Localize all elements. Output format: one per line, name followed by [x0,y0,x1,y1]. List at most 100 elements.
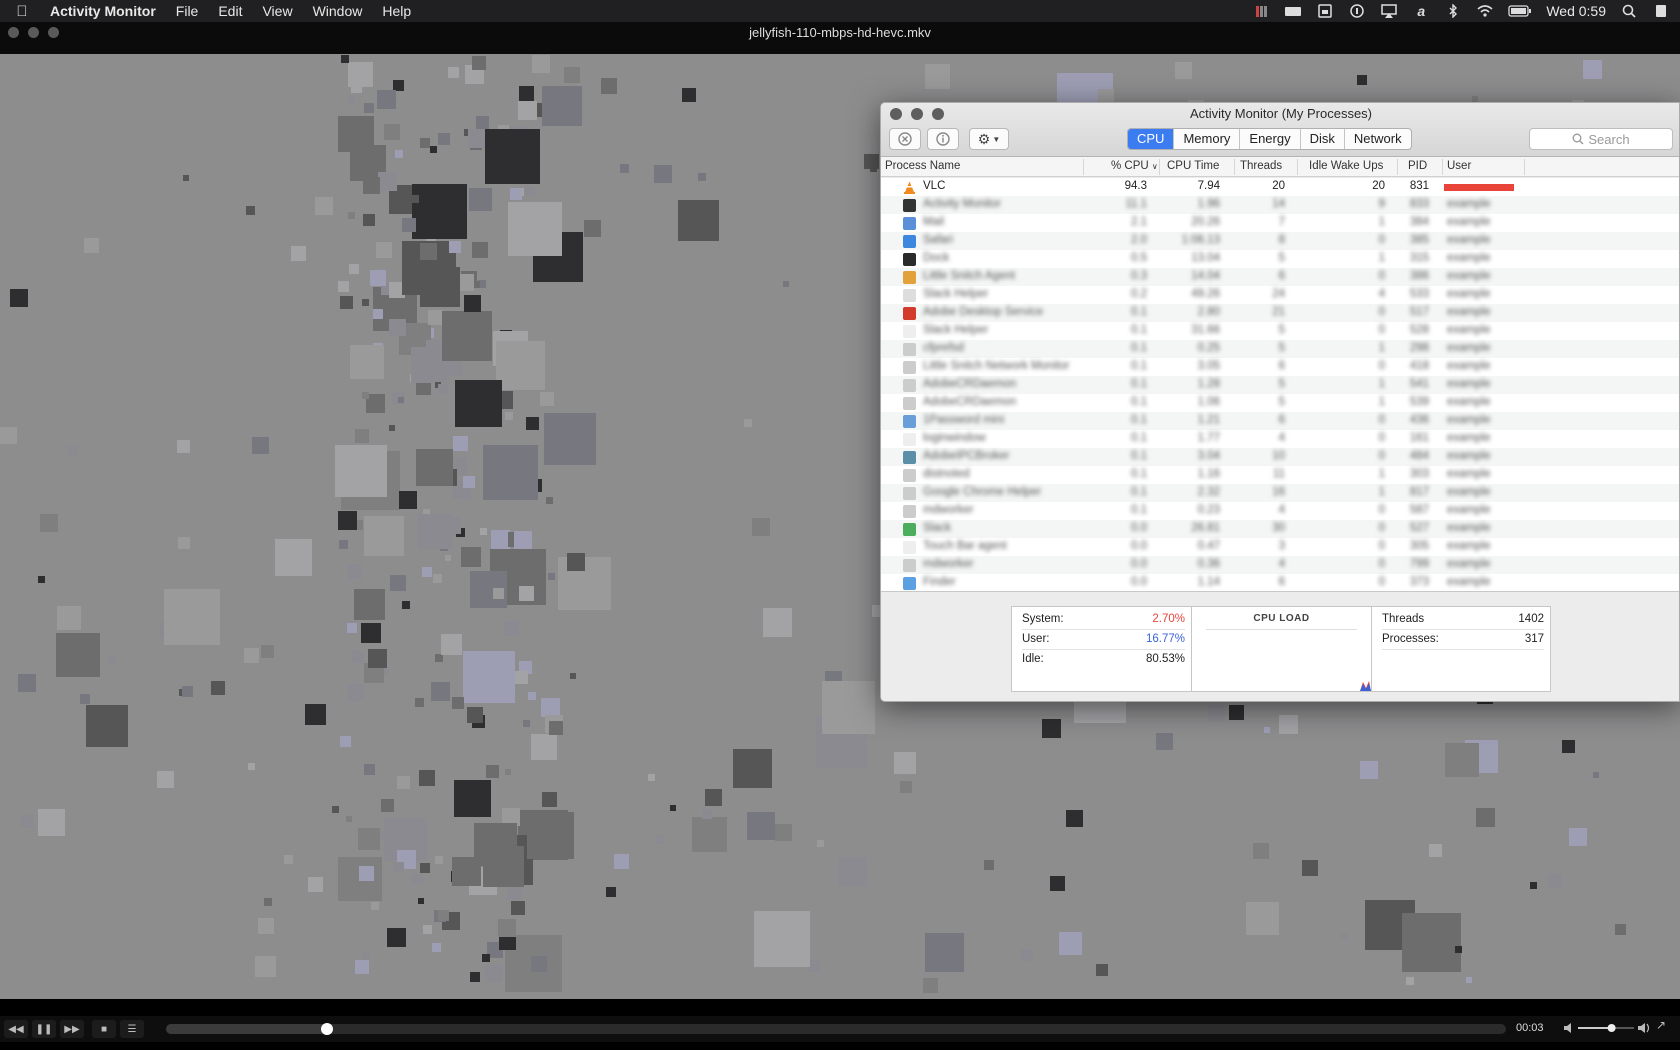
process-row[interactable]: Activity Monitor 11.1 1.96 14 9 833 example [881,196,1679,214]
col-process-name[interactable]: Process Name [885,160,960,172]
col-idle-wake-ups[interactable]: Idle Wake Ups [1309,160,1383,172]
process-row[interactable]: Safari 2.0 1:06.13 8 0 385 example [881,232,1679,250]
process-name: cfprefsd [923,342,964,354]
idle-wake-ups: 1 [1378,378,1385,390]
battery-icon[interactable] [1508,4,1532,18]
airplay-icon[interactable] [1380,4,1398,18]
menu-app-name[interactable]: Activity Monitor [44,0,166,22]
user: example [1447,432,1491,444]
minimize-icon[interactable] [28,27,39,38]
close-icon[interactable] [8,27,19,38]
bluetooth-icon[interactable] [1444,3,1462,19]
redacted-user [1444,184,1514,191]
volume-control[interactable] [1562,1019,1652,1037]
pause-button[interactable]: ❚❚ [32,1020,56,1038]
process-row[interactable]: Slack 0.0 26.81 30 0 527 example [881,520,1679,538]
thread-count: 10 [1272,450,1285,462]
process-row[interactable]: AdobeCRDaemon 0.1 1.28 5 1 541 example [881,376,1679,394]
apple-menu-icon[interactable]:  [0,3,44,20]
list-icon[interactable] [1652,4,1670,18]
thread-count: 6 [1278,576,1285,588]
drive-icon[interactable] [1284,4,1302,18]
system-value: 2.70% [1152,613,1185,625]
col-threads[interactable]: Threads [1240,160,1282,172]
process-row[interactable]: Little Snitch Agent 0.3 14.04 6 0 386 example [881,268,1679,286]
menu-view[interactable]: View [252,0,302,22]
bars-icon[interactable] [1252,4,1270,18]
rewind-button[interactable]: ◀◀ [4,1020,28,1038]
menu-window[interactable]: Window [303,0,373,22]
process-row[interactable]: Slack Helper 0.1 31.66 5 0 528 example [881,322,1679,340]
time-display[interactable]: 00:03 [1516,1022,1544,1034]
cpu-time: 1.06 [1197,396,1220,408]
stop-button[interactable]: ■ [92,1020,116,1038]
tab-energy[interactable]: Energy [1239,129,1299,149]
process-row[interactable]: Google Chrome Helper 0.1 2.32 16 1 817 example [881,484,1679,502]
pid: 539 [1409,396,1429,408]
menu-file[interactable]: File [166,0,209,22]
process-name: Google Chrome Helper [923,486,1042,498]
cpu-percent: 2.0 [1131,234,1147,246]
cpu-percent: 0.1 [1131,360,1147,372]
process-row[interactable]: AdobeIPCBroker 0.1 3.04 10 0 484 example [881,448,1679,466]
process-row[interactable]: Slack Helper 0.2 49.26 24 4 533 example [881,286,1679,304]
process-row[interactable]: loginwindow 0.1 1.77 4 0 161 example [881,430,1679,448]
process-row[interactable]: AdobeCRDaemon 0.1 1.06 5 1 539 example [881,394,1679,412]
fullscreen-icon[interactable]: ↗ [1650,1018,1672,1038]
menu-edit[interactable]: Edit [208,0,252,22]
idle-wake-ups: 1 [1378,468,1385,480]
search-field[interactable]: Search [1529,128,1673,150]
process-row[interactable]: cfprefsd 0.1 0.25 5 1 298 example [881,340,1679,358]
text-a-icon[interactable]: a [1412,4,1430,18]
tab-network[interactable]: Network [1343,129,1411,149]
tab-cpu[interactable]: CPU [1128,129,1174,149]
action-menu-button[interactable]: ⚙ ▼ [969,128,1009,150]
process-row[interactable]: distnoted 0.1 1.16 11 1 303 example [881,466,1679,484]
inspect-button[interactable] [927,128,959,150]
thread-count: 6 [1278,414,1285,426]
process-row[interactable]: Finder 0.0 1.14 6 0 373 example [881,574,1679,591]
cpu-time: 3.04 [1197,450,1220,462]
quit-process-button[interactable] [889,128,921,150]
search-placeholder: Search [1588,131,1630,147]
am-window-title: Activity Monitor (My Processes) [1189,106,1373,121]
user: example [1447,198,1491,210]
pid: 384 [1409,216,1429,228]
process-row[interactable]: mdworker 0.1 0.23 4 0 587 example [881,502,1679,520]
seek-handle[interactable] [320,1023,333,1035]
menu-help[interactable]: Help [372,0,421,22]
col-cpu-time[interactable]: CPU Time [1167,160,1219,172]
wifi-icon[interactable] [1476,4,1494,18]
app-icon [903,487,916,500]
process-row[interactable]: 1Password mini 0.1 1.21 6 0 436 example [881,412,1679,430]
process-row[interactable]: Dock 0.5 13.04 5 1 315 example [881,250,1679,268]
menu-clock[interactable]: Wed 0:59 [1546,3,1606,19]
cpu-time: 14.04 [1191,270,1220,282]
seek-bar[interactable] [166,1023,1506,1035]
process-row[interactable]: VLC 94.3 7.94 20 20 831 [881,178,1679,196]
col-pid[interactable]: PID [1408,160,1427,172]
tab-disk[interactable]: Disk [1299,129,1344,149]
app-icon [903,469,916,482]
process-table[interactable]: VLC 94.3 7.94 20 20 831 Activity Monitor 11.1 1.… [881,178,1679,591]
col-cpu[interactable]: % CPU ∨ [1111,160,1158,172]
process-row[interactable]: mdworker 0.0 0.36 4 0 799 example [881,556,1679,574]
process-name: 1Password mini [923,414,1005,426]
process-row[interactable]: Little Snitch Network Monitor 0.1 3.05 6 0 41… [881,358,1679,376]
process-name: distnoted [923,468,970,480]
process-row[interactable]: Mail 2.1 20.26 7 1 384 example [881,214,1679,232]
calendar-icon[interactable] [1316,4,1334,18]
fast-forward-button[interactable]: ▶▶ [60,1020,84,1038]
process-row[interactable]: Touch Bar agent 0.0 0.47 3 0 305 example [881,538,1679,556]
info-circle-icon[interactable] [1348,4,1366,18]
process-row[interactable]: Adobe Desktop Service 0.1 2.80 21 0 517 exampl… [881,304,1679,322]
tab-memory[interactable]: Memory [1173,129,1239,149]
idle-wake-ups: 0 [1378,360,1385,372]
cpu-load-graph: CPU LOAD [1192,607,1372,691]
zoom-icon[interactable] [48,27,59,38]
cpu-time: 0.36 [1197,558,1220,570]
threads-label: Threads [1382,613,1425,625]
playlist-button[interactable]: ☰ [120,1020,144,1038]
col-user[interactable]: User [1447,160,1471,172]
search-icon[interactable] [1620,4,1638,18]
